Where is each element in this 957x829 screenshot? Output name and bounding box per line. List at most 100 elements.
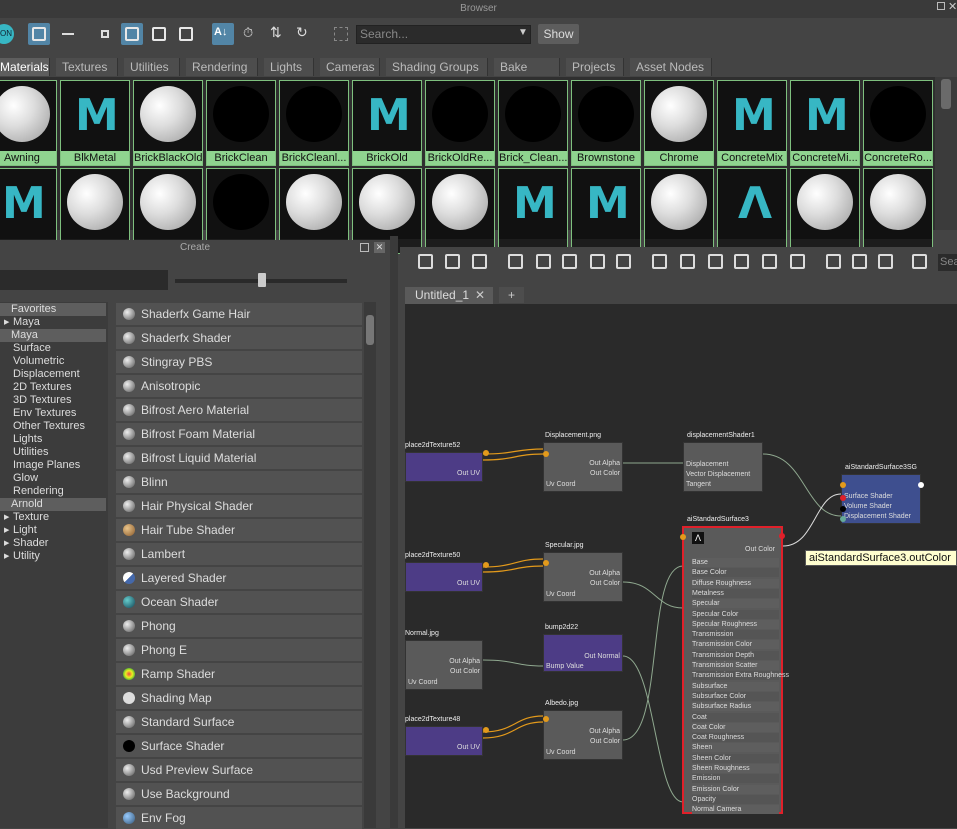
ai-attribute-row[interactable]: Opacity — [692, 794, 779, 804]
panel-divider[interactable] — [390, 236, 398, 828]
full-mode-icon[interactable] — [708, 254, 723, 269]
show-button[interactable]: Show — [538, 24, 579, 44]
connection-port[interactable] — [680, 534, 686, 540]
material-swatch[interactable] — [790, 168, 860, 254]
tree-item[interactable]: Image Planes — [0, 459, 80, 472]
float-window-icon[interactable] — [937, 2, 945, 10]
connection-port[interactable] — [543, 716, 549, 722]
float-create-icon[interactable] — [360, 243, 369, 252]
frame-icon[interactable] — [330, 23, 352, 45]
shading-group-node[interactable]: Surface Shader Volume Shader Displacemen… — [841, 474, 921, 524]
expand-arrow-icon[interactable]: ▶ — [4, 537, 9, 550]
material-swatch[interactable]: BrickOldRe... — [425, 80, 495, 166]
shader-list-item[interactable]: Bifrost Aero Material — [116, 399, 362, 421]
connection-port[interactable] — [840, 506, 846, 512]
material-swatch[interactable]: M ConcreteMix — [717, 80, 787, 166]
material-swatch[interactable] — [644, 168, 714, 254]
tab-asset-nodes[interactable]: Asset Nodes — [630, 58, 712, 76]
tree-item[interactable]: Maya — [0, 329, 106, 342]
xlarge-icon-button[interactable] — [175, 23, 197, 45]
refresh-icon[interactable]: ↻ — [292, 23, 314, 45]
tab-textures[interactable]: Textures — [56, 58, 118, 76]
tree-item[interactable]: Surface — [0, 342, 51, 355]
close-window-icon[interactable]: ✕ — [948, 0, 957, 13]
connection-port[interactable] — [779, 533, 785, 539]
chevron-down-icon[interactable]: ▼ — [518, 27, 528, 38]
shader-list-item[interactable]: Shaderfx Shader — [116, 327, 362, 349]
graph-input-icon[interactable] — [418, 254, 433, 269]
tree-item[interactable]: ▶ Shader — [0, 537, 48, 550]
minus-view-button[interactable] — [57, 23, 79, 45]
arrow-icon[interactable] — [912, 254, 927, 269]
shader-list-item[interactable]: Blinn — [116, 471, 362, 493]
tab-rendering[interactable]: Rendering — [186, 58, 258, 76]
material-swatch[interactable]: Brick_Clean... — [498, 80, 568, 166]
simple-mode-icon[interactable] — [652, 254, 667, 269]
shader-list-item[interactable]: Lambert — [116, 543, 362, 565]
frame-all-icon[interactable] — [508, 254, 523, 269]
ai-attribute-row[interactable]: Coat Roughness — [692, 733, 779, 743]
create-filter-input[interactable] — [0, 270, 168, 290]
on-toggle[interactable]: ON — [0, 24, 14, 44]
tab-shading-groups[interactable]: Shading Groups — [386, 58, 488, 76]
tab-materials[interactable]: Materials — [0, 58, 50, 76]
shader-list-item[interactable]: Phong E — [116, 639, 362, 661]
shader-list-item[interactable]: Bifrost Liquid Material — [116, 447, 362, 469]
tab-projects[interactable]: Projects — [566, 58, 624, 76]
connection-port[interactable] — [840, 495, 846, 501]
snap-icon[interactable] — [852, 254, 867, 269]
grid-icon[interactable] — [826, 254, 841, 269]
shader-list-item[interactable]: Hair Physical Shader — [116, 495, 362, 517]
shader-list-item[interactable]: Shaderfx Game Hair — [116, 303, 362, 325]
displacement-shader-node[interactable]: Displacement Vector Displacement Tangent — [683, 442, 763, 492]
shader-list-item[interactable]: Shading Map — [116, 687, 362, 709]
material-swatch[interactable] — [863, 168, 933, 254]
normal-jpg-node[interactable]: Out Alpha Out Color Uv Coord — [405, 640, 483, 690]
close-tab-icon[interactable]: ✕ — [475, 287, 485, 304]
connection-port[interactable] — [840, 482, 846, 488]
tab-lights[interactable]: Lights — [264, 58, 314, 76]
ai-attribute-row[interactable]: Subsurface — [692, 681, 779, 691]
tree-item[interactable]: 3D Textures — [0, 394, 72, 407]
tree-item[interactable]: 2D Textures — [0, 381, 72, 394]
node-graph-canvas[interactable]: place2dTexture52 Out UV place2dTexture50… — [405, 304, 957, 828]
ai-attribute-row[interactable]: Emission Color — [692, 784, 779, 794]
ai-attribute-row[interactable]: Sheen — [692, 743, 779, 753]
connected-mode-icon[interactable] — [680, 254, 695, 269]
search-input[interactable]: Search... — [356, 25, 531, 44]
tree-item[interactable]: Env Textures — [0, 407, 76, 420]
tree-item[interactable]: Favorites — [0, 303, 106, 316]
shader-list-item[interactable]: Ocean Shader — [116, 591, 362, 613]
expand-arrow-icon[interactable]: ▶ — [4, 511, 9, 524]
custom-mode-icon[interactable] — [734, 254, 749, 269]
snapshot-icon[interactable] — [790, 254, 805, 269]
material-swatch[interactable]: M BrickOld — [352, 80, 422, 166]
place2d-texture-50-node[interactable]: Out UV — [405, 562, 483, 592]
tree-item[interactable]: ▶ Texture — [0, 511, 49, 524]
tab-utilities[interactable]: Utilities — [124, 58, 180, 76]
tab-bake-sets[interactable]: Bake Sets — [494, 58, 560, 92]
shader-list-item[interactable]: Layered Shader — [116, 567, 362, 589]
material-swatch[interactable] — [425, 168, 495, 254]
swatch-scrollbar[interactable] — [935, 77, 957, 230]
material-swatch[interactable]: M BlkMetal — [60, 80, 130, 166]
ai-attribute-row[interactable]: Transmission Extra Roughness — [692, 671, 789, 681]
tree-item[interactable]: ▶ Light — [0, 524, 37, 537]
medium-icon-button[interactable] — [121, 23, 143, 45]
ai-attribute-row[interactable]: Specular Color — [692, 609, 779, 619]
shader-list-item[interactable]: Standard Surface — [116, 711, 362, 733]
sort-type-icon[interactable]: ⇅ — [266, 23, 288, 45]
tree-item[interactable]: Glow — [0, 472, 38, 485]
material-swatch[interactable]: M — [571, 168, 641, 254]
ai-standard-surface-node[interactable]: Λ Out Color Base Base Color Diffuse Roughn… — [682, 526, 789, 815]
add-tab-button[interactable]: + — [499, 287, 524, 303]
tree-item[interactable]: Utilities — [0, 446, 48, 459]
displacement-png-node[interactable]: Out Alpha Out Color Uv Coord — [543, 442, 623, 492]
ai-attribute-row[interactable]: Sheen Color — [692, 753, 779, 763]
camera-icon[interactable] — [878, 254, 893, 269]
ai-attribute-row[interactable]: Emission — [692, 774, 779, 784]
shader-list-item[interactable]: Use Background — [116, 783, 362, 805]
connection-port[interactable] — [840, 516, 846, 522]
material-swatch[interactable]: Brownstone — [571, 80, 641, 166]
ai-attribute-row[interactable]: Coat — [692, 712, 779, 722]
